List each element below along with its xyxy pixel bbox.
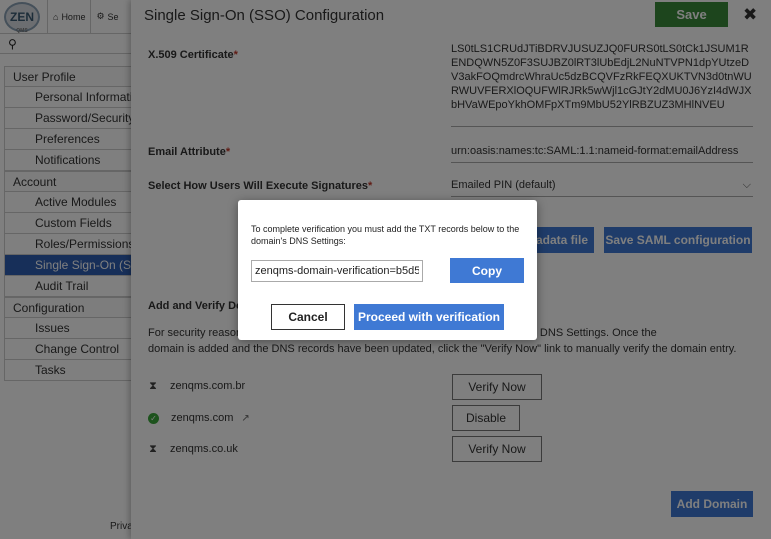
dialog-message: To complete verification you must add th… — [251, 224, 520, 246]
proceed-verification-button[interactable]: Proceed with verification — [354, 304, 504, 330]
copy-button[interactable]: Copy — [450, 258, 524, 283]
cancel-button[interactable]: Cancel — [271, 304, 345, 330]
txt-verification-dialog: To complete verification you must add th… — [238, 200, 537, 340]
txt-record-input[interactable] — [251, 260, 423, 282]
